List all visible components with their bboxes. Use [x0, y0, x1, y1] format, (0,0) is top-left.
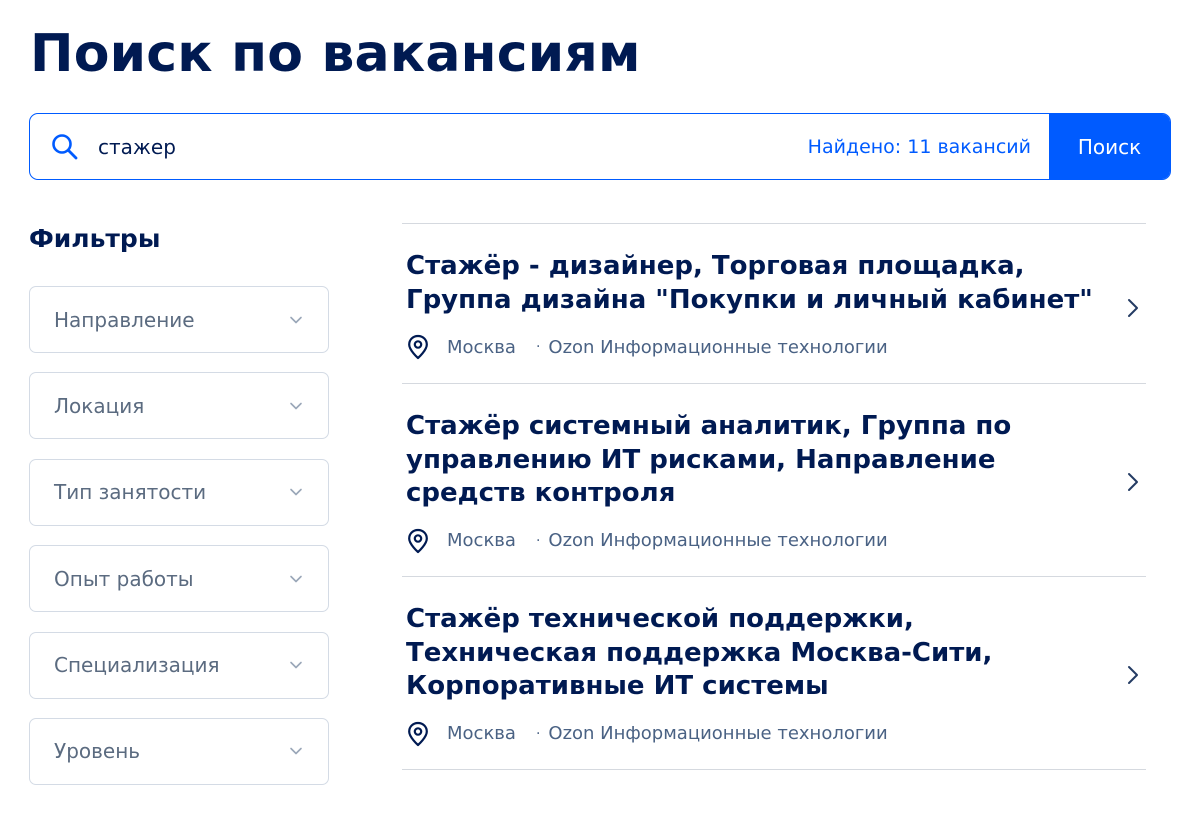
chevron-down-icon	[290, 402, 302, 410]
chevron-down-icon	[290, 316, 302, 323]
vacancy-city: Москва	[447, 336, 516, 358]
search-input[interactable]	[98, 126, 698, 167]
chevron-down-icon	[290, 661, 302, 669]
filter-direction-dropdown[interactable]: Направление	[29, 286, 329, 353]
filter-label: Опыт работы	[54, 566, 194, 591]
map-pin-icon	[408, 721, 428, 746]
filters-title: Фильтры	[29, 224, 161, 253]
vacancy-list: Стажёр - дизайнер, Торговая площадка, Гр…	[402, 223, 1146, 770]
vacancy-card[interactable]: Стажёр - дизайнер, Торговая площадка, Гр…	[402, 224, 1146, 383]
search-icon	[52, 133, 78, 159]
map-pin-icon	[408, 334, 428, 360]
chevron-down-icon	[290, 748, 302, 755]
filter-list: Направление Локация Тип занятости Опыт р…	[29, 286, 329, 804]
map-pin-icon	[408, 528, 428, 553]
vacancy-title[interactable]: Стажёр технической поддержки, Техническа…	[406, 603, 1096, 704]
separator-dot: ·	[535, 725, 541, 742]
chevron-right-icon	[1128, 473, 1138, 491]
separator-dot: ·	[535, 532, 541, 549]
vacancy-company: Ozon Информационные технологии	[548, 723, 888, 744]
vacancy-title[interactable]: Стажёр системный аналитик, Группа по упр…	[406, 410, 1096, 511]
filter-label: Уровень	[54, 739, 141, 764]
filter-employment-type-dropdown[interactable]: Тип занятости	[29, 458, 329, 526]
filter-label: Направление	[54, 307, 195, 332]
search-button[interactable]: Поиск	[1049, 114, 1170, 179]
chevron-right-icon	[1128, 666, 1138, 684]
chevron-right-icon	[1128, 299, 1138, 317]
page-title: Поиск по вакансиям	[30, 24, 641, 84]
vacancy-card[interactable]: Стажёр системный аналитик, Группа по упр…	[402, 384, 1146, 576]
vacancy-company: Ozon Информационные технологии	[548, 336, 888, 358]
vacancy-city: Москва	[447, 723, 516, 744]
vacancy-meta: Москва · Ozon Информационные технологии	[406, 721, 1096, 747]
filter-label: Специализация	[54, 653, 220, 678]
vacancy-company: Ozon Информационные технологии	[548, 530, 888, 551]
filter-label: Локация	[54, 393, 145, 418]
chevron-down-icon	[290, 488, 302, 496]
vacancy-meta: Москва · Ozon Информационные технологии	[406, 528, 1096, 554]
chevron-down-icon	[290, 575, 302, 582]
vacancy-meta: Москва · Ozon Информационные технологии	[406, 334, 1096, 360]
vacancy-title[interactable]: Стажёр - дизайнер, Торговая площадка, Гр…	[406, 250, 1096, 317]
vacancy-card[interactable]: Стажёр технической поддержки, Техническа…	[402, 577, 1146, 769]
divider	[402, 769, 1146, 770]
filter-level-dropdown[interactable]: Уровень	[29, 717, 329, 785]
results-count: Найдено: 11 вакансий	[807, 135, 1031, 158]
filter-experience-dropdown[interactable]: Опыт работы	[29, 545, 329, 613]
separator-dot: ·	[535, 339, 541, 355]
filter-specialization-dropdown[interactable]: Специализация	[29, 631, 329, 699]
filter-location-dropdown[interactable]: Локация	[29, 372, 329, 440]
vacancy-city: Москва	[447, 530, 516, 551]
filter-label: Тип занятости	[54, 480, 207, 505]
search-bar: Найдено: 11 вакансий Поиск	[29, 113, 1171, 180]
